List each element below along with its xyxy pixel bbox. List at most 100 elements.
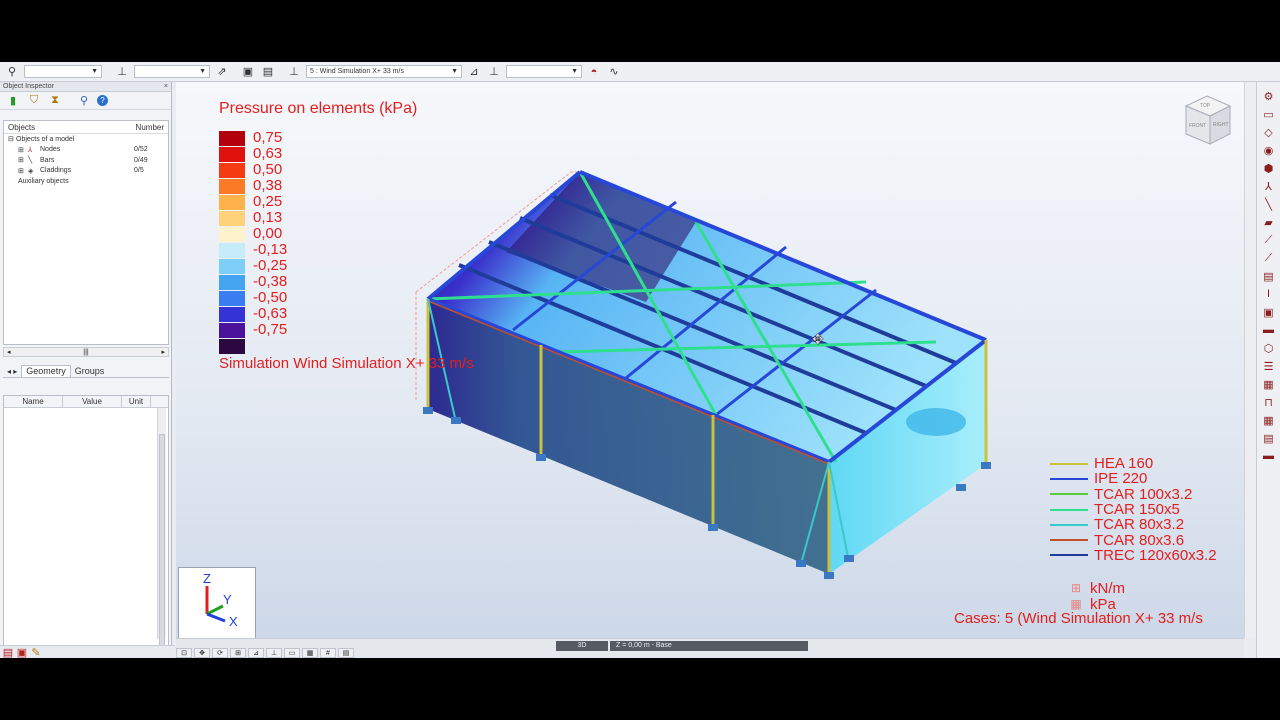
viewcube-top[interactable]: TOP — [1200, 103, 1211, 109]
tree-item-label: Nodes — [40, 146, 61, 154]
tab-geometry[interactable]: Geometry — [21, 365, 71, 377]
section-line — [1050, 477, 1088, 480]
layers-icon[interactable]: ▭ — [284, 648, 300, 658]
scroll-thumb[interactable] — [159, 434, 165, 654]
structure-3d-viewport[interactable]: ✥ Pressure on elements (kPa) 0,75 0,63 0,5… — [176, 82, 1244, 638]
layers-icon[interactable]: ▤ — [3, 645, 13, 659]
ruler-icon[interactable]: ▬ — [1261, 322, 1277, 338]
properties-header: Name Value Unit — [4, 396, 168, 408]
tree-item-auxiliary[interactable]: Auxiliary objects — [4, 176, 168, 187]
load-case-icon[interactable]: ⬡ — [1261, 340, 1277, 356]
stairs-icon[interactable]: ☰ — [1261, 358, 1277, 374]
scale-row: -0,50 — [219, 290, 287, 306]
viewcube-front[interactable]: FRONT — [1189, 123, 1206, 129]
pan-icon[interactable]: ✥ — [194, 648, 210, 658]
scroll-right-icon[interactable]: ▸ — [161, 348, 165, 356]
report-icon[interactable]: ▤ — [1261, 430, 1277, 446]
pressure-color-scale: 0,75 0,63 0,50 0,38 0,25 0,13 0,00 -0,13 -0,25 -0… — [219, 130, 287, 354]
tree-item-bars[interactable]: ⊞ ╲ Bars 0/49 — [4, 155, 168, 166]
cladding-icon[interactable]: ▰ — [1261, 214, 1277, 230]
print-icon[interactable]: ▤ — [260, 65, 276, 79]
tree-item-claddings[interactable]: ⊞ ◈ Claddings 0/5 — [4, 166, 168, 177]
print-preview-icon[interactable]: ▣ — [17, 645, 27, 659]
loads-icon[interactable]: ⅄ — [1261, 178, 1277, 194]
numbers-icon[interactable]: # — [320, 648, 336, 658]
z-axis-label: Z — [203, 571, 211, 586]
results-icon[interactable]: ⊥ — [486, 65, 502, 79]
expand-icon[interactable]: ⊞ — [18, 146, 28, 154]
close-icon[interactable]: × — [164, 82, 168, 91]
section-line — [1050, 539, 1088, 542]
export-icon[interactable]: ▬ — [1261, 448, 1277, 464]
search-icon[interactable]: ⚲ — [76, 94, 92, 108]
load-case-combo[interactable]: 5 : Wind Simulation X+ 33 m/s ▼ — [306, 65, 462, 78]
table-icon[interactable]: ▤ — [338, 648, 354, 658]
edit-icon[interactable]: ✎ — [31, 645, 41, 659]
view-mode-tab[interactable]: 3D — [556, 641, 608, 651]
scroll-thumb[interactable]: ||| — [83, 349, 88, 356]
tab-groups[interactable]: Groups — [71, 366, 109, 377]
zoom-icon[interactable]: ⊡ — [176, 648, 192, 658]
tree-horizontal-scrollbar[interactable]: ◂ ||| ▸ — [3, 347, 169, 357]
properties-scrollbar[interactable] — [157, 408, 166, 654]
tree-item-objects-of-model[interactable]: ⊟ Objects of a model — [4, 134, 168, 145]
results-icon[interactable]: ⟋ — [1261, 250, 1277, 266]
view-combo[interactable]: ▼ — [24, 65, 102, 78]
bars-icon[interactable]: ▭ — [1261, 106, 1277, 122]
structure-combo[interactable]: ▼ — [134, 65, 210, 78]
collapse-icon[interactable]: ⊟ — [8, 135, 16, 143]
scale-row: 0,00 — [219, 226, 287, 242]
zoom-all-icon[interactable]: ⊞ — [230, 648, 246, 658]
tree-item-label: Bars — [40, 156, 55, 164]
beam-icon[interactable]: ╲ — [1261, 196, 1277, 212]
filter-icon[interactable]: ⛉ — [26, 94, 42, 108]
calc-icon[interactable]: ▦ — [1261, 412, 1277, 428]
properties-grid: Name Value Unit — [3, 395, 169, 654]
scale-swatch — [219, 242, 245, 258]
tab-scroll-left-icon[interactable]: ◂ ▸ — [3, 366, 21, 377]
scale-swatch — [219, 290, 245, 306]
materials-icon[interactable]: ⬢ — [1261, 160, 1277, 176]
frame-icon[interactable]: ⊓ — [1261, 394, 1277, 410]
tree-item-label: Claddings — [40, 167, 72, 175]
load-icon[interactable]: ⊿ — [466, 65, 482, 79]
extra-combo[interactable]: ▼ — [506, 65, 582, 78]
scale-row: -0,25 — [219, 258, 287, 274]
grid-icon[interactable]: ▦ — [302, 648, 318, 658]
expand-icon[interactable]: ⊞ — [18, 156, 28, 164]
tree-item-label: Auxiliary objects — [18, 177, 69, 185]
scale-row: 0,75 — [219, 130, 287, 146]
scroll-left-icon[interactable]: ◂ — [7, 348, 11, 356]
supports-icon[interactable]: ◇ — [1261, 124, 1277, 140]
nodes-icon[interactable]: ⚙ — [1261, 88, 1277, 104]
main-toolbar: ⚲ ▼ ⊥ ▼ ⇗ ▣ ▤ ⊥ 5 : Wind Simulation X+ 3… — [0, 62, 1280, 82]
tree-item-nodes[interactable]: ⊞ ⅄ Nodes 0/52 — [4, 145, 168, 156]
diagram-icon[interactable]: ▤ — [1261, 268, 1277, 284]
display-icon[interactable]: ⚲ — [4, 65, 20, 79]
profile-icon[interactable]: I — [1261, 286, 1277, 302]
objects-column-header: Objects — [8, 122, 36, 132]
hide-icon[interactable]: ⧗ — [47, 94, 63, 108]
deformation-icon[interactable]: ∿ — [606, 65, 622, 79]
node-icon: ⅄ — [28, 146, 33, 154]
combinations-icon[interactable]: ⟋ — [1261, 232, 1277, 248]
name-column-header: Name — [4, 396, 63, 407]
viewcube-right[interactable]: RIGHT — [1213, 122, 1229, 128]
help-icon[interactable]: ? — [97, 95, 108, 106]
structure-icon[interactable]: ⊥ — [114, 65, 130, 79]
select-icon[interactable]: ⇗ — [214, 65, 230, 79]
tables-icon[interactable]: ▦ — [1261, 376, 1277, 392]
display-options-icon[interactable]: ⊥ — [266, 648, 282, 658]
scale-row: 0,63 — [219, 146, 287, 162]
member-icon[interactable]: ▣ — [1261, 304, 1277, 320]
sections-icon[interactable]: ◉ — [1261, 142, 1277, 158]
section-icon[interactable]: ⊿ — [248, 648, 264, 658]
diagram-icon[interactable]: ◓ — [586, 65, 602, 79]
scale-swatch — [219, 162, 245, 178]
expand-icon[interactable]: ⊞ — [18, 167, 28, 175]
case-icon[interactable]: ⊥ — [286, 65, 302, 79]
activate-icon[interactable]: ▮ — [5, 94, 21, 108]
rotate-icon[interactable]: ⟳ — [212, 648, 228, 658]
level-tab[interactable]: Z = 0,00 m - Base — [610, 641, 808, 651]
save-view-icon[interactable]: ▣ — [240, 65, 256, 79]
